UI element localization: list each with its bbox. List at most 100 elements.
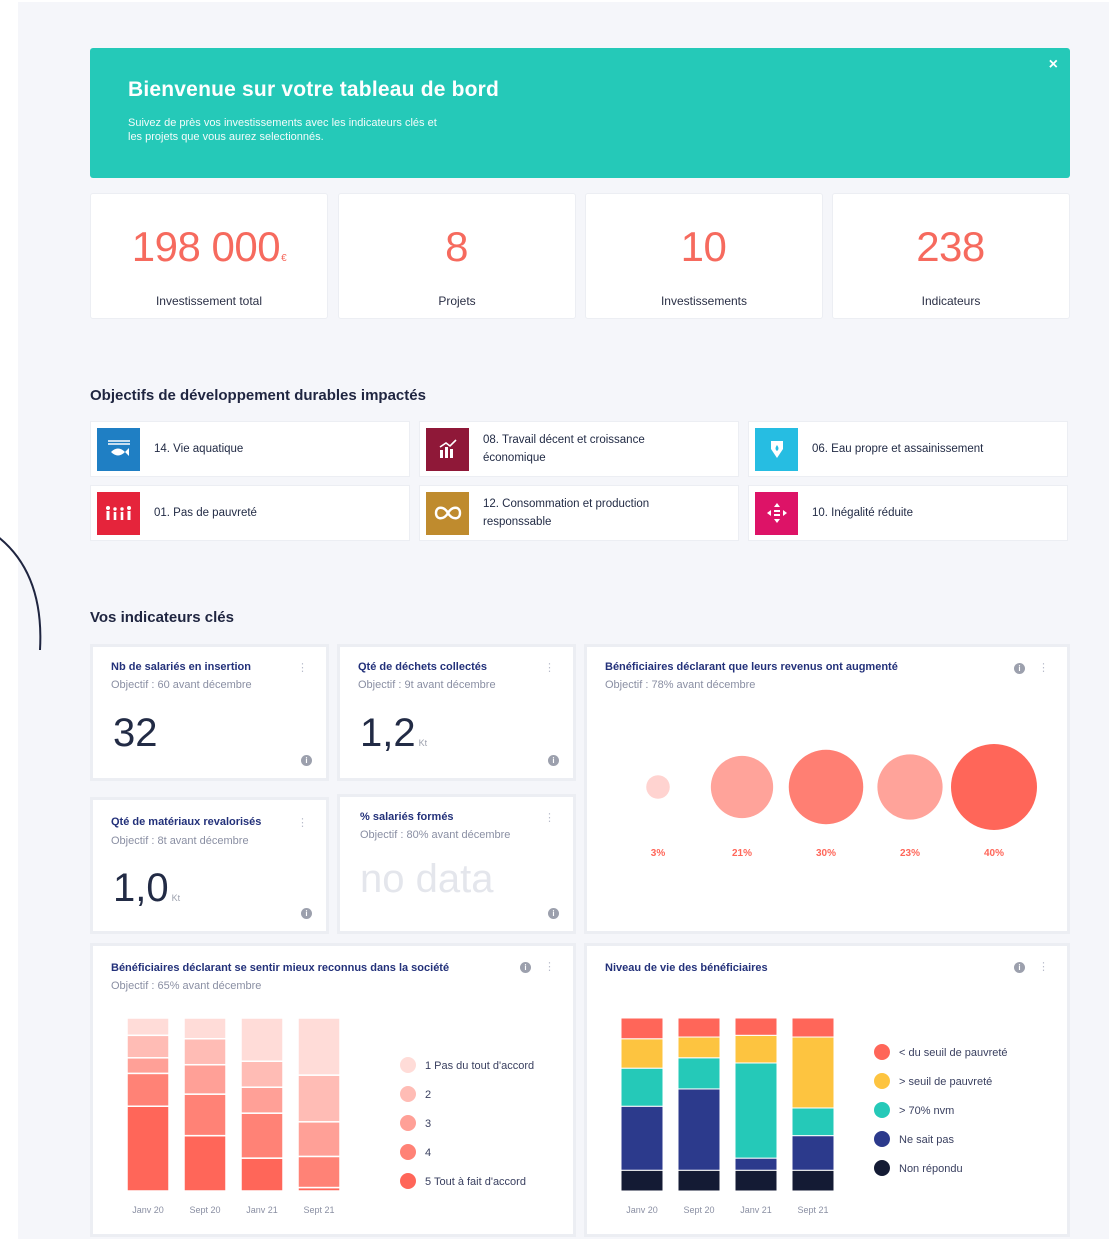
- more-options-icon[interactable]: ⋮: [1038, 661, 1049, 674]
- bar-segment: [620, 1038, 664, 1069]
- more-options-icon[interactable]: ⋮: [544, 661, 555, 674]
- indicator-objective: Objectif : 80% avant décembre: [360, 829, 511, 841]
- more-options-icon[interactable]: ⋮: [1038, 960, 1049, 973]
- bar-segment: [677, 1036, 721, 1059]
- sdg-item[interactable]: 10. Inégalité réduite: [748, 485, 1068, 541]
- sdg-label: 12. Consommation et production responssa…: [483, 498, 650, 528]
- bar-segment: [126, 1057, 170, 1075]
- kpi-label: Investissements: [660, 294, 748, 308]
- info-icon[interactable]: i: [520, 962, 531, 973]
- legend-swatch: [874, 1044, 890, 1060]
- legend-swatch: [400, 1144, 416, 1160]
- info-icon[interactable]: i: [1014, 663, 1025, 674]
- people-family-icon: [97, 491, 140, 535]
- bubble-chart-card[interactable]: Bénéficiaires déclarant que leurs revenu…: [584, 644, 1070, 934]
- stacked-bar-chart: Janv 20 Sept 20 Janv 21 Sept 21 1 Pas du tou…: [126, 1017, 534, 1215]
- indicator-card[interactable]: Qté de déchets collectés Objectif : 9t a…: [337, 644, 576, 781]
- x-tick-label: Janv 20: [626, 1205, 658, 1215]
- legend-swatch: [874, 1102, 890, 1118]
- sdg-item[interactable]: 14. Vie aquatique: [90, 421, 410, 477]
- bar-segment: [126, 1105, 170, 1192]
- chart-title: Niveau de vie des bénéficiaires: [605, 962, 768, 974]
- stacked-chart-card-recognition[interactable]: Bénéficiaires déclarant se sentir mieux …: [90, 943, 576, 1237]
- info-icon[interactable]: i: [301, 908, 312, 919]
- x-tick-label: Janv 21: [740, 1205, 772, 1215]
- info-icon[interactable]: i: [1014, 962, 1025, 973]
- sdg-section-title: Objectifs de développement durables impa…: [90, 387, 426, 404]
- bubble-data-label: 21%: [732, 848, 752, 859]
- legend-label: 2: [425, 1089, 431, 1101]
- chart-objective: Objectif : 78% avant décembre: [605, 679, 756, 691]
- bar-segment: [183, 1017, 227, 1040]
- indicator-no-data: no data: [360, 857, 494, 901]
- bubble-point: [951, 744, 1037, 830]
- bubble-point: [646, 775, 670, 799]
- legend-label: 5 Tout à fait d'accord: [425, 1176, 526, 1188]
- legend-swatch: [874, 1160, 890, 1176]
- indicator-title: Qté de déchets collectés: [358, 661, 487, 673]
- bubble-data-label: 40%: [984, 848, 1004, 859]
- kpi-value: 238: [916, 223, 985, 270]
- x-tick-label: Sept 20: [189, 1205, 220, 1215]
- bar-segment: [240, 1157, 284, 1192]
- legend-label: > seuil de pauvreté: [899, 1076, 992, 1088]
- more-options-icon[interactable]: ⋮: [297, 816, 308, 829]
- indicator-title: % salariés formés: [360, 811, 454, 823]
- bar-segment: [297, 1074, 341, 1123]
- close-icon[interactable]: ×: [1049, 56, 1058, 74]
- bar-segment: [240, 1060, 284, 1088]
- bar-segment: [734, 1017, 778, 1036]
- sdg-label: 10. Inégalité réduite: [812, 507, 914, 519]
- bubble-chart: 3% 21% 30% 23% 40%: [646, 744, 1037, 859]
- bar-segment: [791, 1107, 835, 1137]
- bar-segment: [620, 1017, 664, 1040]
- bar-segment: [183, 1063, 227, 1095]
- sdg-item[interactable]: 06. Eau propre et assainissement: [748, 421, 1068, 477]
- stacked-chart-card-living-standard[interactable]: Niveau de vie des bénéficiaires i ⋮ Janv…: [584, 943, 1070, 1237]
- water-drop-icon: [755, 427, 798, 471]
- bar-segment: [677, 1017, 721, 1038]
- kpi-label: Projets: [438, 294, 476, 308]
- chart-objective: Objectif : 65% avant décembre: [111, 980, 262, 992]
- sdg-item[interactable]: 01. Pas de pauvreté: [90, 485, 410, 541]
- legend-label: 3: [425, 1118, 431, 1130]
- bar-segment: [734, 1034, 778, 1064]
- indicator-title: Qté de matériaux revalorisés: [111, 816, 262, 828]
- info-icon[interactable]: i: [301, 755, 312, 766]
- bar-segment: [734, 1169, 778, 1192]
- banner-subtitle: Suivez de près vos investissements avec …: [128, 117, 437, 143]
- indicator-objective: Objectif : 9t avant décembre: [358, 679, 496, 691]
- chart-title: Bénéficiaires déclarant que leurs revenu…: [605, 661, 898, 673]
- more-options-icon[interactable]: ⋮: [544, 960, 555, 973]
- info-icon[interactable]: i: [548, 908, 559, 919]
- bubble-data-label: 3%: [651, 848, 666, 859]
- bar-segment: [734, 1062, 778, 1159]
- indicator-card[interactable]: % salariés formés Objectif : 80% avant d…: [337, 794, 576, 934]
- sdg-item[interactable]: 08. Travail décent et croissance économi…: [419, 421, 739, 477]
- x-tick-label: Sept 21: [303, 1205, 334, 1215]
- indicators-section-title: Vos indicateurs clés: [90, 609, 234, 626]
- indicator-card[interactable]: Qté de matériaux revalorisés Objectif : …: [90, 797, 329, 934]
- bar-segment: [240, 1112, 284, 1159]
- bar-segment: [297, 1121, 341, 1158]
- more-options-icon[interactable]: ⋮: [544, 811, 555, 824]
- info-icon[interactable]: i: [548, 755, 559, 766]
- legend-swatch: [874, 1073, 890, 1089]
- sdg-label: 08. Travail décent et croissance économi…: [483, 434, 645, 464]
- legend-label: 4: [425, 1147, 431, 1159]
- kpi-value: 8: [445, 223, 468, 270]
- legend-label: Ne sait pas: [899, 1134, 955, 1146]
- more-options-icon[interactable]: ⋮: [297, 661, 308, 674]
- equality-arrows-icon: [755, 491, 798, 535]
- sdg-item[interactable]: 12. Consommation et production responssa…: [419, 485, 739, 541]
- bubble-point: [877, 754, 943, 820]
- legend-label: > 70% nvm: [899, 1105, 954, 1117]
- kpi-label: Investissement total: [155, 294, 263, 308]
- bar-segment: [240, 1017, 284, 1062]
- bar-segment: [126, 1017, 170, 1037]
- indicator-value: 32: [113, 711, 158, 755]
- bar-segment: [677, 1088, 721, 1171]
- indicator-card[interactable]: Nb de salariés en insertion Objectif : 6…: [90, 644, 329, 781]
- banner-title: Bienvenue sur votre tableau de bord: [128, 78, 500, 101]
- chart-title: Bénéficiaires déclarant se sentir mieux …: [111, 962, 450, 974]
